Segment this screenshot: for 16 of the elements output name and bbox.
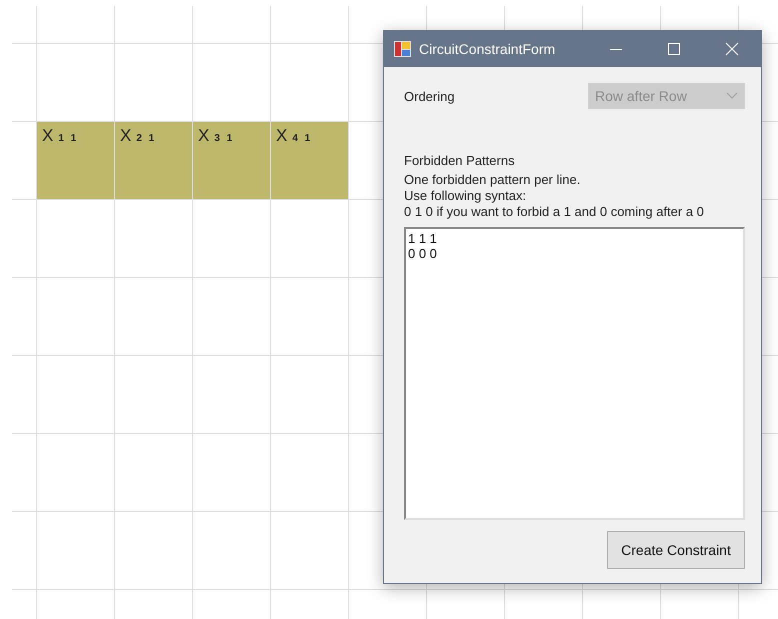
minimize-icon	[610, 48, 622, 50]
variable-cell: X 4 1	[271, 122, 349, 200]
variable-cell: X 1 1	[37, 122, 115, 200]
app-icon	[394, 41, 411, 57]
ordering-label: Ordering	[404, 88, 455, 104]
window-title: CircuitConstraintForm	[419, 41, 556, 57]
close-icon	[725, 42, 739, 56]
variable-cell: X 2 1	[115, 122, 193, 200]
help-text: One forbidden pattern per line. Use following syntax: 0 1 0 if you want to forbid a 1 and 0 coming after a 0	[404, 172, 705, 220]
section-label: Forbidden Patterns	[404, 153, 516, 168]
patterns-field[interactable]: 1 1 1 0 0 0	[404, 227, 745, 520]
maximize-icon	[667, 42, 681, 56]
create-constraint-button[interactable]: Create Constraint	[607, 531, 745, 569]
variable-cell: X 3 1	[193, 122, 271, 200]
chevron-down-icon	[726, 92, 738, 100]
grid-cell	[12, 6, 37, 44]
